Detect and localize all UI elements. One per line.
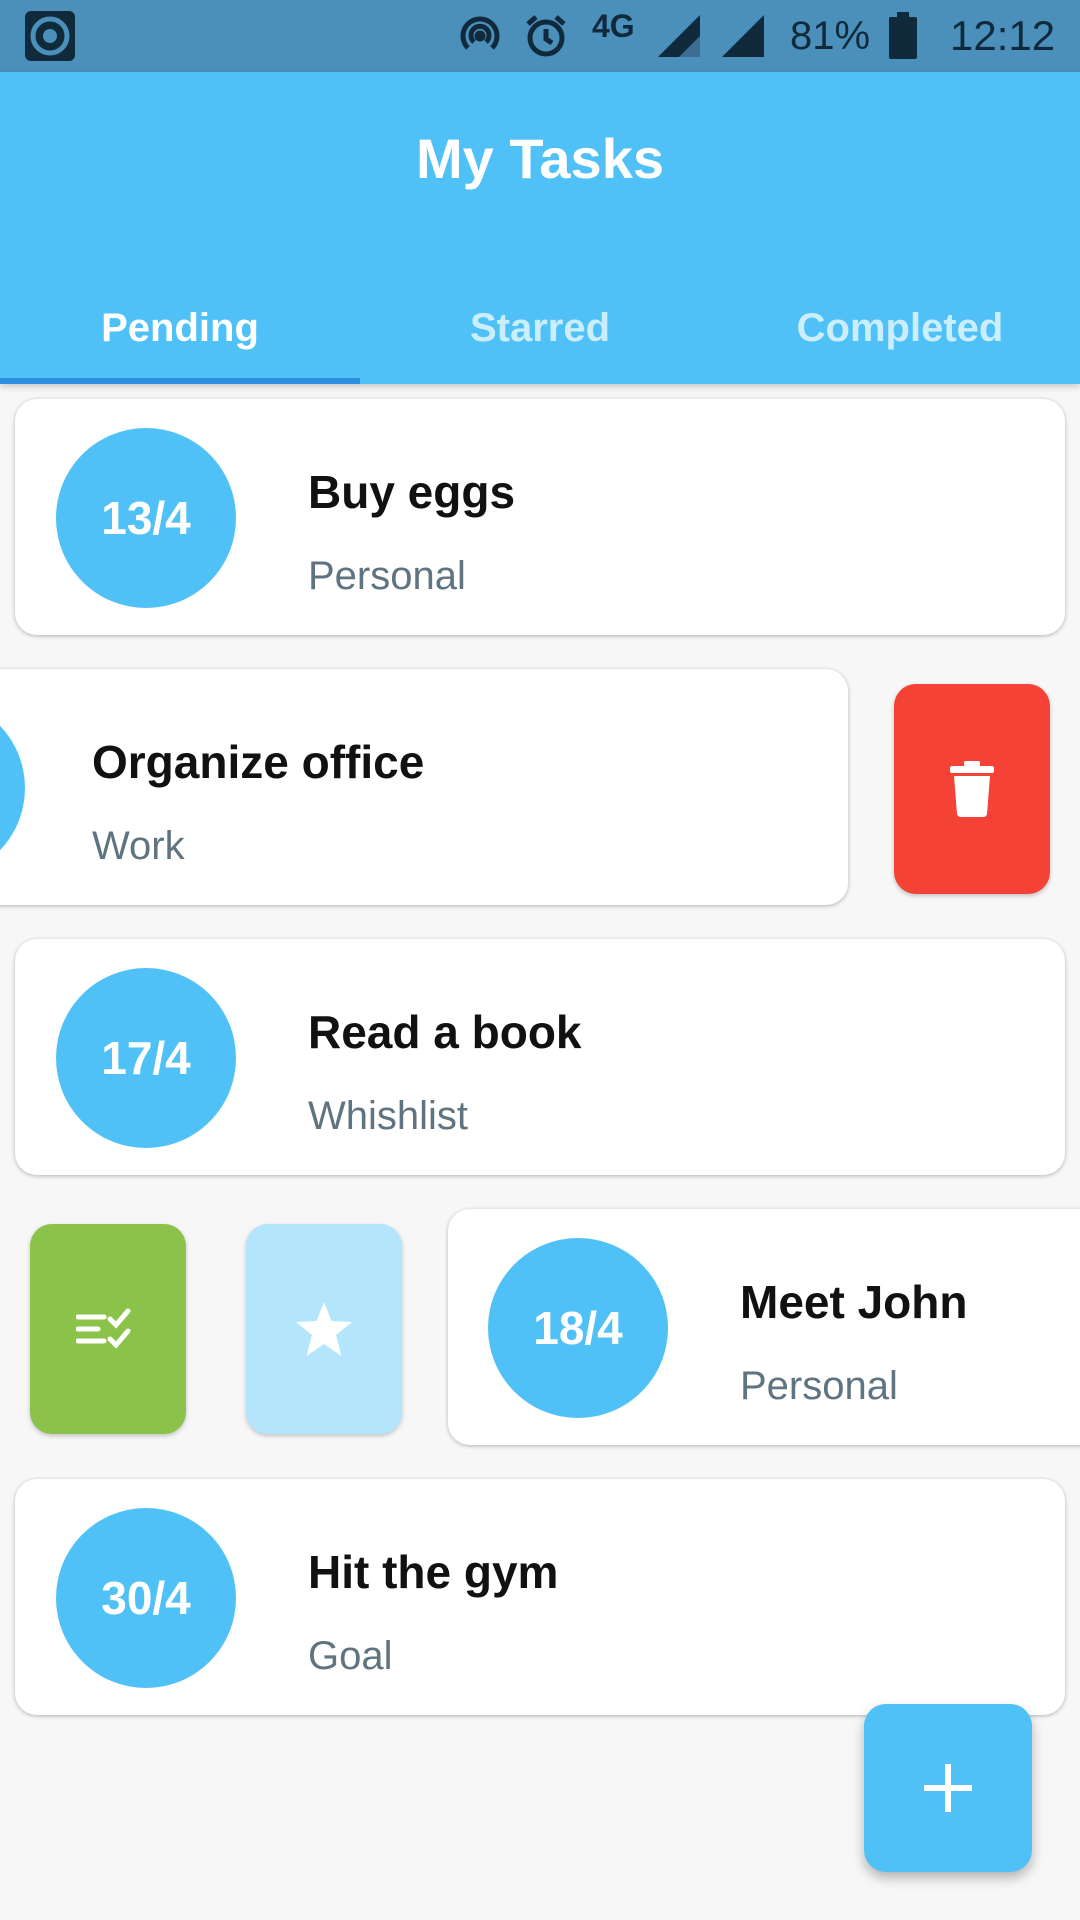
- task-title: Meet John: [740, 1276, 968, 1328]
- status-bar: 4G 81% 12:12: [0, 0, 1080, 72]
- task-category: Personal: [740, 1364, 898, 1408]
- plus-icon: [924, 1764, 972, 1812]
- task-title: Read a book: [308, 1006, 582, 1058]
- task-title: Hit the gym: [308, 1546, 559, 1598]
- task-card[interactable]: 30/4 Hit the gym Goal: [15, 1479, 1065, 1715]
- complete-icon: [76, 1308, 131, 1349]
- task-date-avatar: 30/4: [56, 1508, 236, 1688]
- app-bar: My Tasks Pending Starred Completed: [0, 72, 1080, 384]
- battery-icon: [888, 0, 918, 72]
- tab-completed[interactable]: Completed: [720, 272, 1080, 384]
- add-task-button[interactable]: [864, 1704, 1032, 1872]
- tab-indicator: [0, 378, 360, 384]
- task-date-avatar: 13/4: [56, 428, 236, 608]
- hotspot-icon: [456, 0, 504, 72]
- delete-icon: [950, 761, 994, 817]
- network-type-label: 4G: [592, 7, 635, 44]
- tab-starred[interactable]: Starred: [360, 272, 720, 384]
- star-button[interactable]: [246, 1224, 402, 1434]
- task-category: Whishlist: [308, 1094, 469, 1138]
- star-icon: [296, 1302, 352, 1356]
- task-date-avatar: [0, 698, 25, 878]
- task-card[interactable]: 17/4 Read a book Whishlist: [15, 939, 1065, 1175]
- task-category: Personal: [308, 554, 466, 598]
- task-card-swiped[interactable]: 18/4 Meet John Personal: [448, 1209, 1080, 1445]
- task-category: Goal: [308, 1634, 393, 1678]
- clock: 12:12: [950, 12, 1056, 59]
- task-title: Organize office: [92, 736, 425, 788]
- page-title: My Tasks: [416, 126, 664, 190]
- complete-button[interactable]: [30, 1224, 186, 1434]
- delete-button[interactable]: [894, 684, 1050, 894]
- task-card[interactable]: 13/4 Buy eggs Personal: [15, 399, 1065, 635]
- task-title: Buy eggs: [308, 466, 516, 518]
- battery-percent: 81%: [790, 13, 871, 58]
- task-date-avatar: 18/4: [488, 1238, 668, 1418]
- signal-icon-1: [656, 0, 702, 72]
- tab-pending[interactable]: Pending: [0, 272, 360, 384]
- app-notification-icon: [22, 0, 78, 72]
- task-card-swiped[interactable]: Organize office Work: [0, 669, 848, 905]
- signal-icon-2: [720, 0, 766, 72]
- task-date-avatar: 17/4: [56, 968, 236, 1148]
- task-category: Work: [92, 824, 185, 868]
- alarm-icon: [522, 0, 570, 72]
